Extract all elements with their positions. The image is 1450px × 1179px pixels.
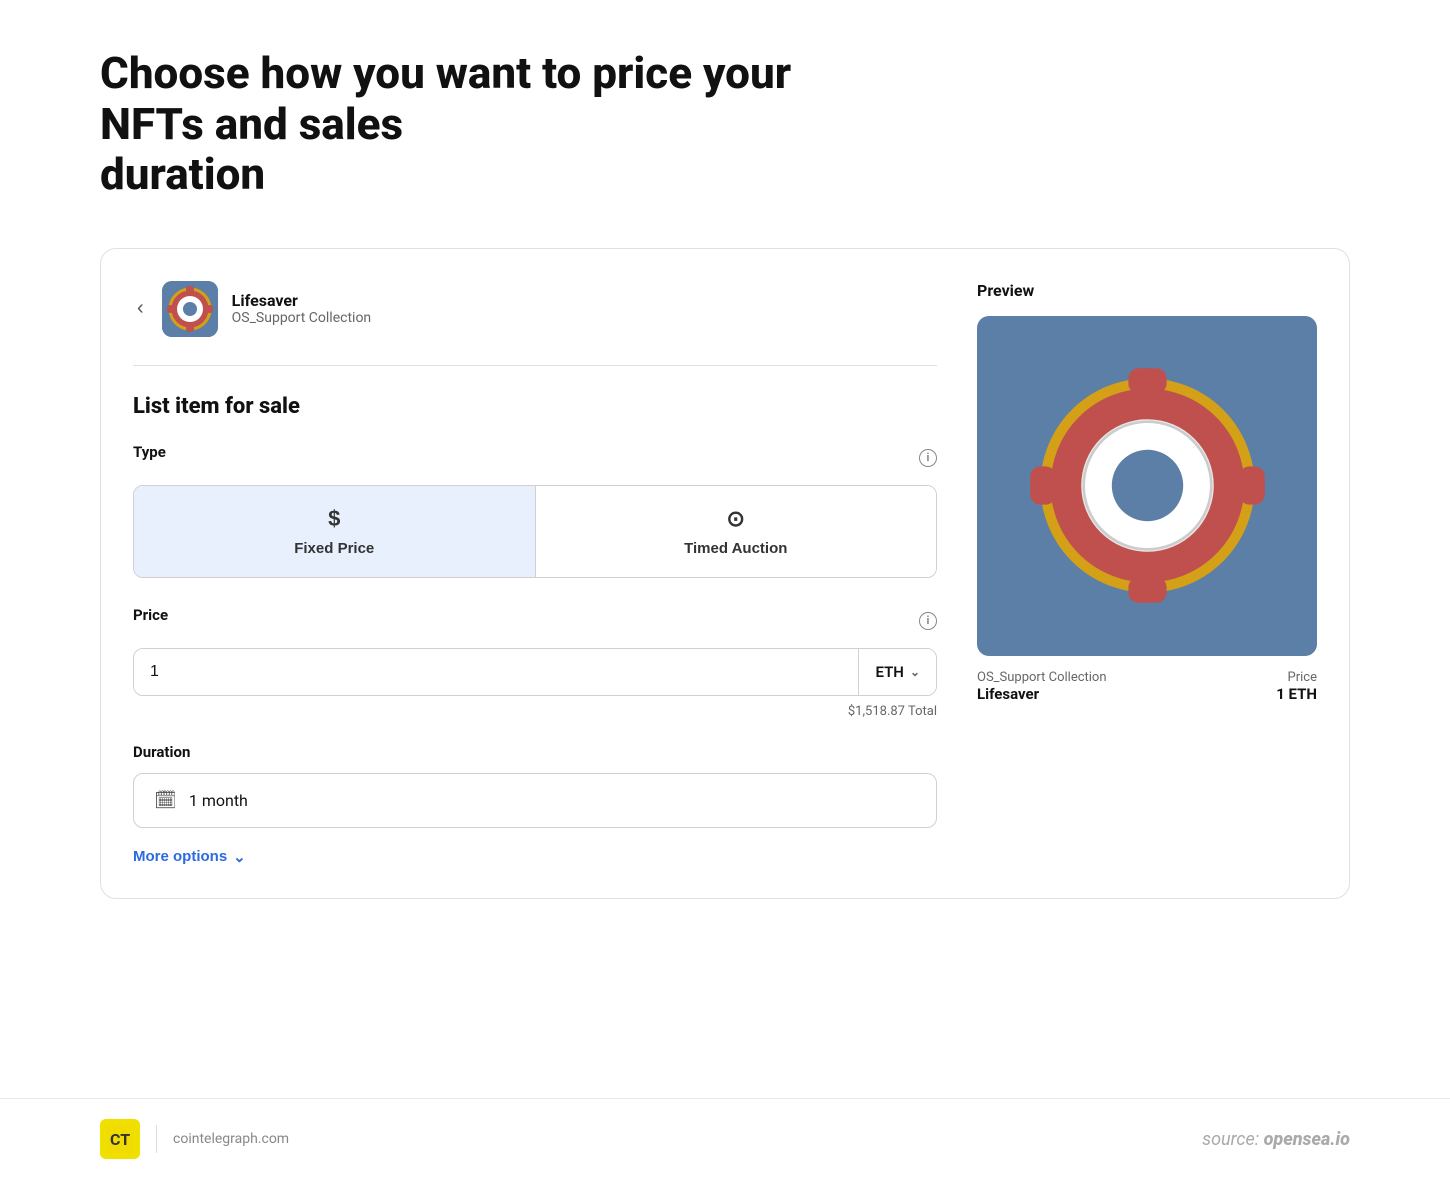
timed-icon: ⊙ <box>727 506 745 532</box>
type-label: Type <box>133 443 166 461</box>
type-field-row: Type i <box>133 443 937 473</box>
dollar-icon: $ <box>328 506 340 532</box>
preview-title: Preview <box>977 281 1317 300</box>
main-card: ‹ <box>100 248 1350 899</box>
fixed-price-option[interactable]: $ Fixed Price <box>134 486 536 577</box>
calendar-icon: 🗓 <box>154 790 177 811</box>
currency-selector[interactable]: ETH ⌄ <box>858 649 936 695</box>
preview-meta: OS_Support Collection Lifesaver Price 1 … <box>977 670 1317 703</box>
footer-divider <box>156 1125 157 1153</box>
duration-value: 1 month <box>189 791 248 810</box>
right-panel: Preview <box>977 281 1317 866</box>
svg-text:CT: CT <box>110 1130 130 1149</box>
nft-header: ‹ <box>133 281 937 366</box>
preview-price-details: Price 1 ETH <box>1276 670 1317 703</box>
duration-selector[interactable]: 🗓 1 month <box>133 773 937 828</box>
price-input[interactable] <box>134 649 858 695</box>
chevron-down-icon: ⌄ <box>233 848 246 866</box>
preview-collection: OS_Support Collection <box>977 670 1107 685</box>
chevron-down-icon: ⌄ <box>910 665 920 679</box>
more-options-button[interactable]: More options ⌄ <box>133 848 246 866</box>
attribution-brand: opensea.io <box>1264 1129 1350 1150</box>
preview-image <box>977 316 1317 656</box>
footer-logo: CT <box>100 1119 140 1159</box>
price-info-icon[interactable]: i <box>919 612 937 630</box>
preview-price-value: 1 ETH <box>1276 685 1317 703</box>
attribution-prefix: source: <box>1202 1129 1263 1150</box>
timed-auction-label: Timed Auction <box>684 540 787 557</box>
nft-info: Lifesaver OS_Support Collection <box>232 291 372 326</box>
page-title: Choose how you want to price your NFTs a… <box>100 48 850 200</box>
more-options-label: More options <box>133 848 227 865</box>
type-info-icon[interactable]: i <box>919 449 937 467</box>
timed-auction-option[interactable]: ⊙ Timed Auction <box>536 486 937 577</box>
nft-collection: OS_Support Collection <box>232 310 372 326</box>
footer-source-text: cointelegraph.com <box>173 1131 289 1147</box>
duration-label: Duration <box>133 743 937 761</box>
footer-attribution: source: opensea.io <box>1202 1129 1350 1150</box>
back-button[interactable]: ‹ <box>133 293 148 324</box>
type-selector: $ Fixed Price ⊙ Timed Auction <box>133 485 937 578</box>
price-label: Price <box>133 606 168 624</box>
left-panel: ‹ <box>133 281 937 866</box>
preview-nft-name: Lifesaver <box>977 685 1107 703</box>
currency-label: ETH <box>875 663 903 681</box>
preview-price-label: Price <box>1276 670 1317 685</box>
footer: CT cointelegraph.com source: opensea.io <box>0 1098 1450 1179</box>
price-input-row: ETH ⌄ <box>133 648 937 696</box>
price-field-row: Price i <box>133 606 937 636</box>
section-title: List item for sale <box>133 394 937 419</box>
fixed-price-label: Fixed Price <box>294 540 374 557</box>
nft-name: Lifesaver <box>232 291 372 310</box>
price-total: $1,518.87 Total <box>133 704 937 719</box>
preview-nft-details: OS_Support Collection Lifesaver <box>977 670 1107 703</box>
nft-thumbnail <box>162 281 218 337</box>
